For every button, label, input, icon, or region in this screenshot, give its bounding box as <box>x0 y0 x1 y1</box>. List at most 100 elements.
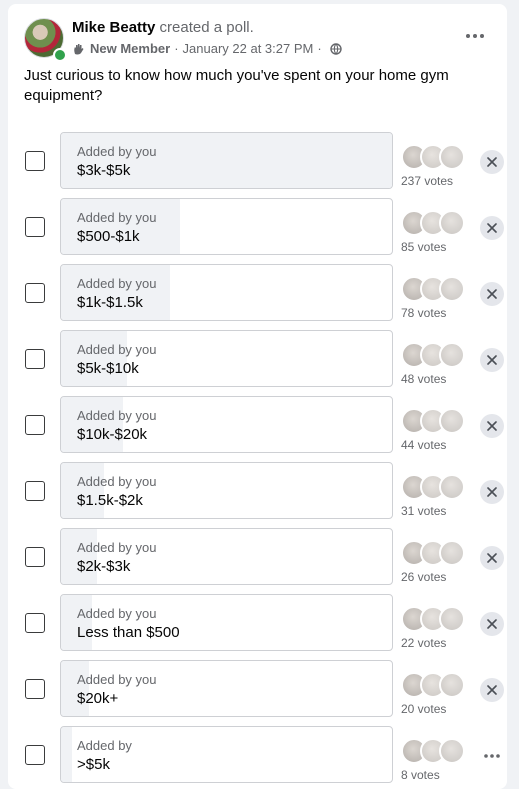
option-bar[interactable]: Added by you $20k+ <box>60 660 393 717</box>
option-vote-count[interactable]: 22 votes <box>401 636 446 650</box>
close-icon[interactable] <box>480 348 504 372</box>
option-vote-fill <box>61 727 73 782</box>
option-added-by: Added by you <box>77 474 157 489</box>
poll-option: Added by you $1k-$1.5k 78 votes <box>24 264 504 330</box>
option-bar[interactable]: Added by you Less than $500 <box>60 594 393 651</box>
poll-option: Added by you Less than $500 22 votes <box>24 594 504 660</box>
voter-avatars[interactable] <box>401 470 465 504</box>
option-label: $20k+ <box>77 690 119 707</box>
voter-avatars[interactable] <box>401 206 465 240</box>
globe-icon[interactable] <box>330 42 342 55</box>
meta-separator: · <box>317 41 322 56</box>
option-vote-fill <box>61 595 92 650</box>
option-vote-fill <box>61 397 123 452</box>
voter-avatars[interactable] <box>401 602 465 636</box>
poll-option: Added by you $1.5k-$2k 31 votes <box>24 462 504 528</box>
option-checkbox[interactable] <box>25 283 45 303</box>
more-horizontal-icon[interactable] <box>459 24 491 48</box>
option-vote-count[interactable]: 44 votes <box>401 438 446 452</box>
poll-options: Added by you $3k-$5k 237 votes Added by … <box>24 132 504 789</box>
author-name[interactable]: Mike Beatty <box>72 19 155 36</box>
option-bar[interactable]: Added by you $5k-$10k <box>60 330 393 387</box>
poll-option: Added by >$5k 8 votes <box>24 726 500 789</box>
option-checkbox[interactable] <box>25 415 45 435</box>
option-vote-count[interactable]: 237 votes <box>401 174 453 188</box>
option-bar[interactable]: Added by >$5k <box>60 726 393 783</box>
close-icon[interactable] <box>480 612 504 636</box>
close-icon[interactable] <box>480 216 504 240</box>
option-checkbox[interactable] <box>25 349 45 369</box>
voter-avatars[interactable] <box>401 536 465 570</box>
option-bar[interactable]: Added by you $2k-$3k <box>60 528 393 585</box>
option-vote-fill <box>61 331 128 386</box>
option-label: $10k-$20k <box>77 426 148 443</box>
option-bar[interactable]: Added by you $3k-$5k <box>60 132 393 189</box>
poll-option: Added by you $500-$1k 85 votes <box>24 198 504 264</box>
option-vote-fill <box>61 133 392 188</box>
option-vote-count[interactable]: 85 votes <box>401 240 446 254</box>
close-icon[interactable] <box>480 546 504 570</box>
option-vote-count[interactable]: 20 votes <box>401 702 446 716</box>
poll-post-card: Mike Beatty created a poll. New Member ·… <box>8 4 507 789</box>
more-horizontal-icon[interactable] <box>480 744 504 768</box>
option-added-by: Added by you <box>77 276 157 291</box>
voter-avatars[interactable] <box>401 140 465 174</box>
option-added-by: Added by you <box>77 144 157 159</box>
option-vote-count[interactable]: 78 votes <box>401 306 446 320</box>
option-label: $5k-$10k <box>77 360 139 377</box>
option-checkbox[interactable] <box>25 613 45 633</box>
option-vote-fill <box>61 529 98 584</box>
meta-separator: · <box>174 41 179 56</box>
option-checkbox[interactable] <box>25 151 45 171</box>
option-added-by: Added by you <box>77 408 157 423</box>
close-icon[interactable] <box>480 282 504 306</box>
option-label: $1.5k-$2k <box>77 492 143 509</box>
poll-option: Added by you $3k-$5k 237 votes <box>24 132 504 198</box>
close-icon[interactable] <box>480 678 504 702</box>
close-icon[interactable] <box>480 480 504 504</box>
poll-option: Added by you $20k+ 20 votes <box>24 660 504 726</box>
option-added-by: Added by you <box>77 672 157 687</box>
close-icon[interactable] <box>480 150 504 174</box>
voter-avatars[interactable] <box>401 272 465 306</box>
option-label: $1k-$1.5k <box>77 294 143 311</box>
option-added-by: Added by <box>77 738 132 753</box>
option-bar[interactable]: Added by you $10k-$20k <box>60 396 393 453</box>
option-label: $3k-$5k <box>77 162 131 179</box>
online-status-dot <box>53 48 67 62</box>
poll-option: Added by you $2k-$3k 26 votes <box>24 528 504 594</box>
poll-option: Added by you $5k-$10k 48 votes <box>24 330 504 396</box>
voter-avatars[interactable] <box>401 668 465 702</box>
option-vote-fill <box>61 661 89 716</box>
member-badge: New Member <box>90 41 171 56</box>
post-date[interactable]: January 22 at 3:27 PM <box>183 41 314 56</box>
option-label: Less than $500 <box>77 624 180 641</box>
option-added-by: Added by you <box>77 210 157 225</box>
option-added-by: Added by you <box>77 342 157 357</box>
poll-question: Just curious to know how much you've spe… <box>24 67 449 104</box>
option-vote-count[interactable]: 8 votes <box>401 768 440 782</box>
option-vote-fill <box>61 463 105 518</box>
post-meta: New Member · January 22 at 3:27 PM · <box>72 41 342 56</box>
option-added-by: Added by you <box>77 540 157 555</box>
author-line: Mike Beatty created a poll. <box>72 19 254 36</box>
option-bar[interactable]: Added by you $1k-$1.5k <box>60 264 393 321</box>
option-checkbox[interactable] <box>25 745 45 765</box>
option-checkbox[interactable] <box>25 217 45 237</box>
option-vote-count[interactable]: 48 votes <box>401 372 446 386</box>
voter-avatars[interactable] <box>401 734 465 768</box>
option-vote-fill <box>61 199 181 254</box>
option-checkbox[interactable] <box>25 547 45 567</box>
option-vote-count[interactable]: 26 votes <box>401 570 446 584</box>
voter-avatars[interactable] <box>401 404 465 438</box>
option-vote-fill <box>61 265 171 320</box>
option-bar[interactable]: Added by you $500-$1k <box>60 198 393 255</box>
option-label: $2k-$3k <box>77 558 131 575</box>
voter-avatars[interactable] <box>401 338 465 372</box>
option-checkbox[interactable] <box>25 679 45 699</box>
option-checkbox[interactable] <box>25 481 45 501</box>
close-icon[interactable] <box>480 414 504 438</box>
option-vote-count[interactable]: 31 votes <box>401 504 446 518</box>
post-header: Mike Beatty created a poll. New Member ·… <box>24 18 491 62</box>
option-bar[interactable]: Added by you $1.5k-$2k <box>60 462 393 519</box>
